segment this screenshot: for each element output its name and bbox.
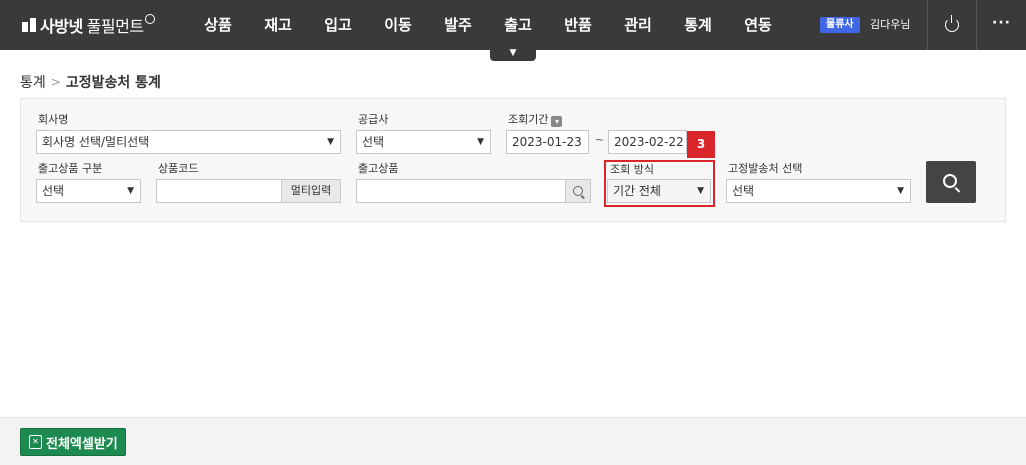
company-select-value: 회사명 선택/멀티선택 <box>42 135 150 149</box>
multi-input-button[interactable]: 멀티입력 <box>281 179 341 203</box>
ship-product-input[interactable] <box>356 179 566 203</box>
fixed-dest-select-value: 선택 <box>732 184 755 198</box>
chevron-right-icon: > <box>50 75 61 89</box>
ship-product-search-button[interactable] <box>565 179 591 203</box>
dropdown-arrow-icon: ▼ <box>127 186 134 196</box>
ship-type-select-value: 선택 <box>42 184 65 198</box>
nav-item-outbound[interactable]: 출고 <box>488 0 548 50</box>
user-name[interactable]: 김다우님 <box>870 17 910 33</box>
dropdown-arrow-icon: ▼ <box>697 186 704 196</box>
more-menu-button[interactable]: ··· <box>977 0 1026 50</box>
supplier-select[interactable]: 선택 ▼ <box>356 130 491 154</box>
query-method-select-value: 기간 전체 <box>613 184 661 198</box>
download-all-excel-label: 전체엑셀받기 <box>46 436 118 452</box>
ship-type-label: 출고상품 구분 <box>38 162 103 175</box>
download-all-excel-button[interactable]: ✕ 전체엑셀받기 <box>20 428 126 456</box>
company-label: 회사명 <box>38 113 69 126</box>
period-label: 조회기간 ▾ <box>508 113 563 127</box>
excel-icon: ✕ <box>29 435 42 449</box>
query-method-label: 조회 방식 <box>610 163 654 176</box>
logo-mark-icon <box>22 18 36 32</box>
ship-type-select[interactable]: 선택 ▼ <box>36 179 141 203</box>
dropdown-arrow-icon: ▼ <box>327 137 334 147</box>
product-code-label: 상품코드 <box>158 162 199 175</box>
dropdown-arrow-icon: ▼ <box>897 186 904 196</box>
logo-subtext: 풀필먼트 <box>86 17 144 36</box>
nav-item-inbound[interactable]: 입고 <box>308 0 368 50</box>
search-icon <box>942 173 957 188</box>
nav-item-inventory[interactable]: 재고 <box>248 0 308 50</box>
step-number-badge: 3 <box>687 131 715 158</box>
period-label-text: 조회기간 <box>508 113 549 126</box>
query-method-select[interactable]: 기간 전체 ▼ <box>607 179 711 203</box>
page-title: 고정발송처 통계 <box>65 75 161 91</box>
power-icon <box>945 15 959 32</box>
product-code-input[interactable] <box>156 179 282 203</box>
chevron-down-icon: ▼ <box>509 48 517 58</box>
nav-item-returns[interactable]: 반품 <box>548 0 608 50</box>
info-icon[interactable]: ▾ <box>551 116 563 127</box>
breadcrumb: 통계 > 고정발송처 통계 <box>20 72 161 92</box>
date-range-separator: ~ <box>595 133 605 146</box>
more-icon: ··· <box>992 15 1011 31</box>
supplier-select-value: 선택 <box>362 135 385 149</box>
start-date-input[interactable]: 2023-01-23 <box>506 130 589 154</box>
search-icon <box>573 186 583 196</box>
company-select[interactable]: 회사명 선택/멀티선택 ▼ <box>36 130 341 154</box>
nav-item-statistics[interactable]: 통계 <box>668 0 728 50</box>
supplier-label: 공급사 <box>358 113 389 126</box>
fixed-dest-label: 고정발송처 선택 <box>728 162 803 175</box>
nav-item-products[interactable]: 상품 <box>188 0 248 50</box>
nav-item-management[interactable]: 관리 <box>608 0 668 50</box>
footer-bar <box>0 417 1026 465</box>
dropdown-arrow-icon: ▼ <box>477 137 484 147</box>
fixed-dest-select[interactable]: 선택 ▼ <box>726 179 911 203</box>
main-menu: 상품 재고 입고 이동 발주 출고 반품 관리 통계 연동 <box>188 0 788 50</box>
nav-item-orders[interactable]: 발주 <box>428 0 488 50</box>
nav-item-transfer[interactable]: 이동 <box>368 0 428 50</box>
breadcrumb-parent[interactable]: 통계 <box>20 72 46 92</box>
nav-item-integration[interactable]: 연동 <box>728 0 788 50</box>
user-role-badge: 물류사 <box>820 17 860 33</box>
nav-expand-toggle[interactable]: ▼ <box>490 46 536 61</box>
brand-logo[interactable]: 사방넷 풀필먼트 <box>22 13 155 37</box>
logout-button[interactable] <box>928 0 976 50</box>
end-date-input[interactable]: 2023-02-22 <box>608 130 687 154</box>
logo-link-icon <box>144 14 155 24</box>
search-button[interactable] <box>926 161 976 203</box>
ship-product-label: 출고상품 <box>358 162 399 175</box>
logo-text: 사방넷 <box>40 17 83 36</box>
